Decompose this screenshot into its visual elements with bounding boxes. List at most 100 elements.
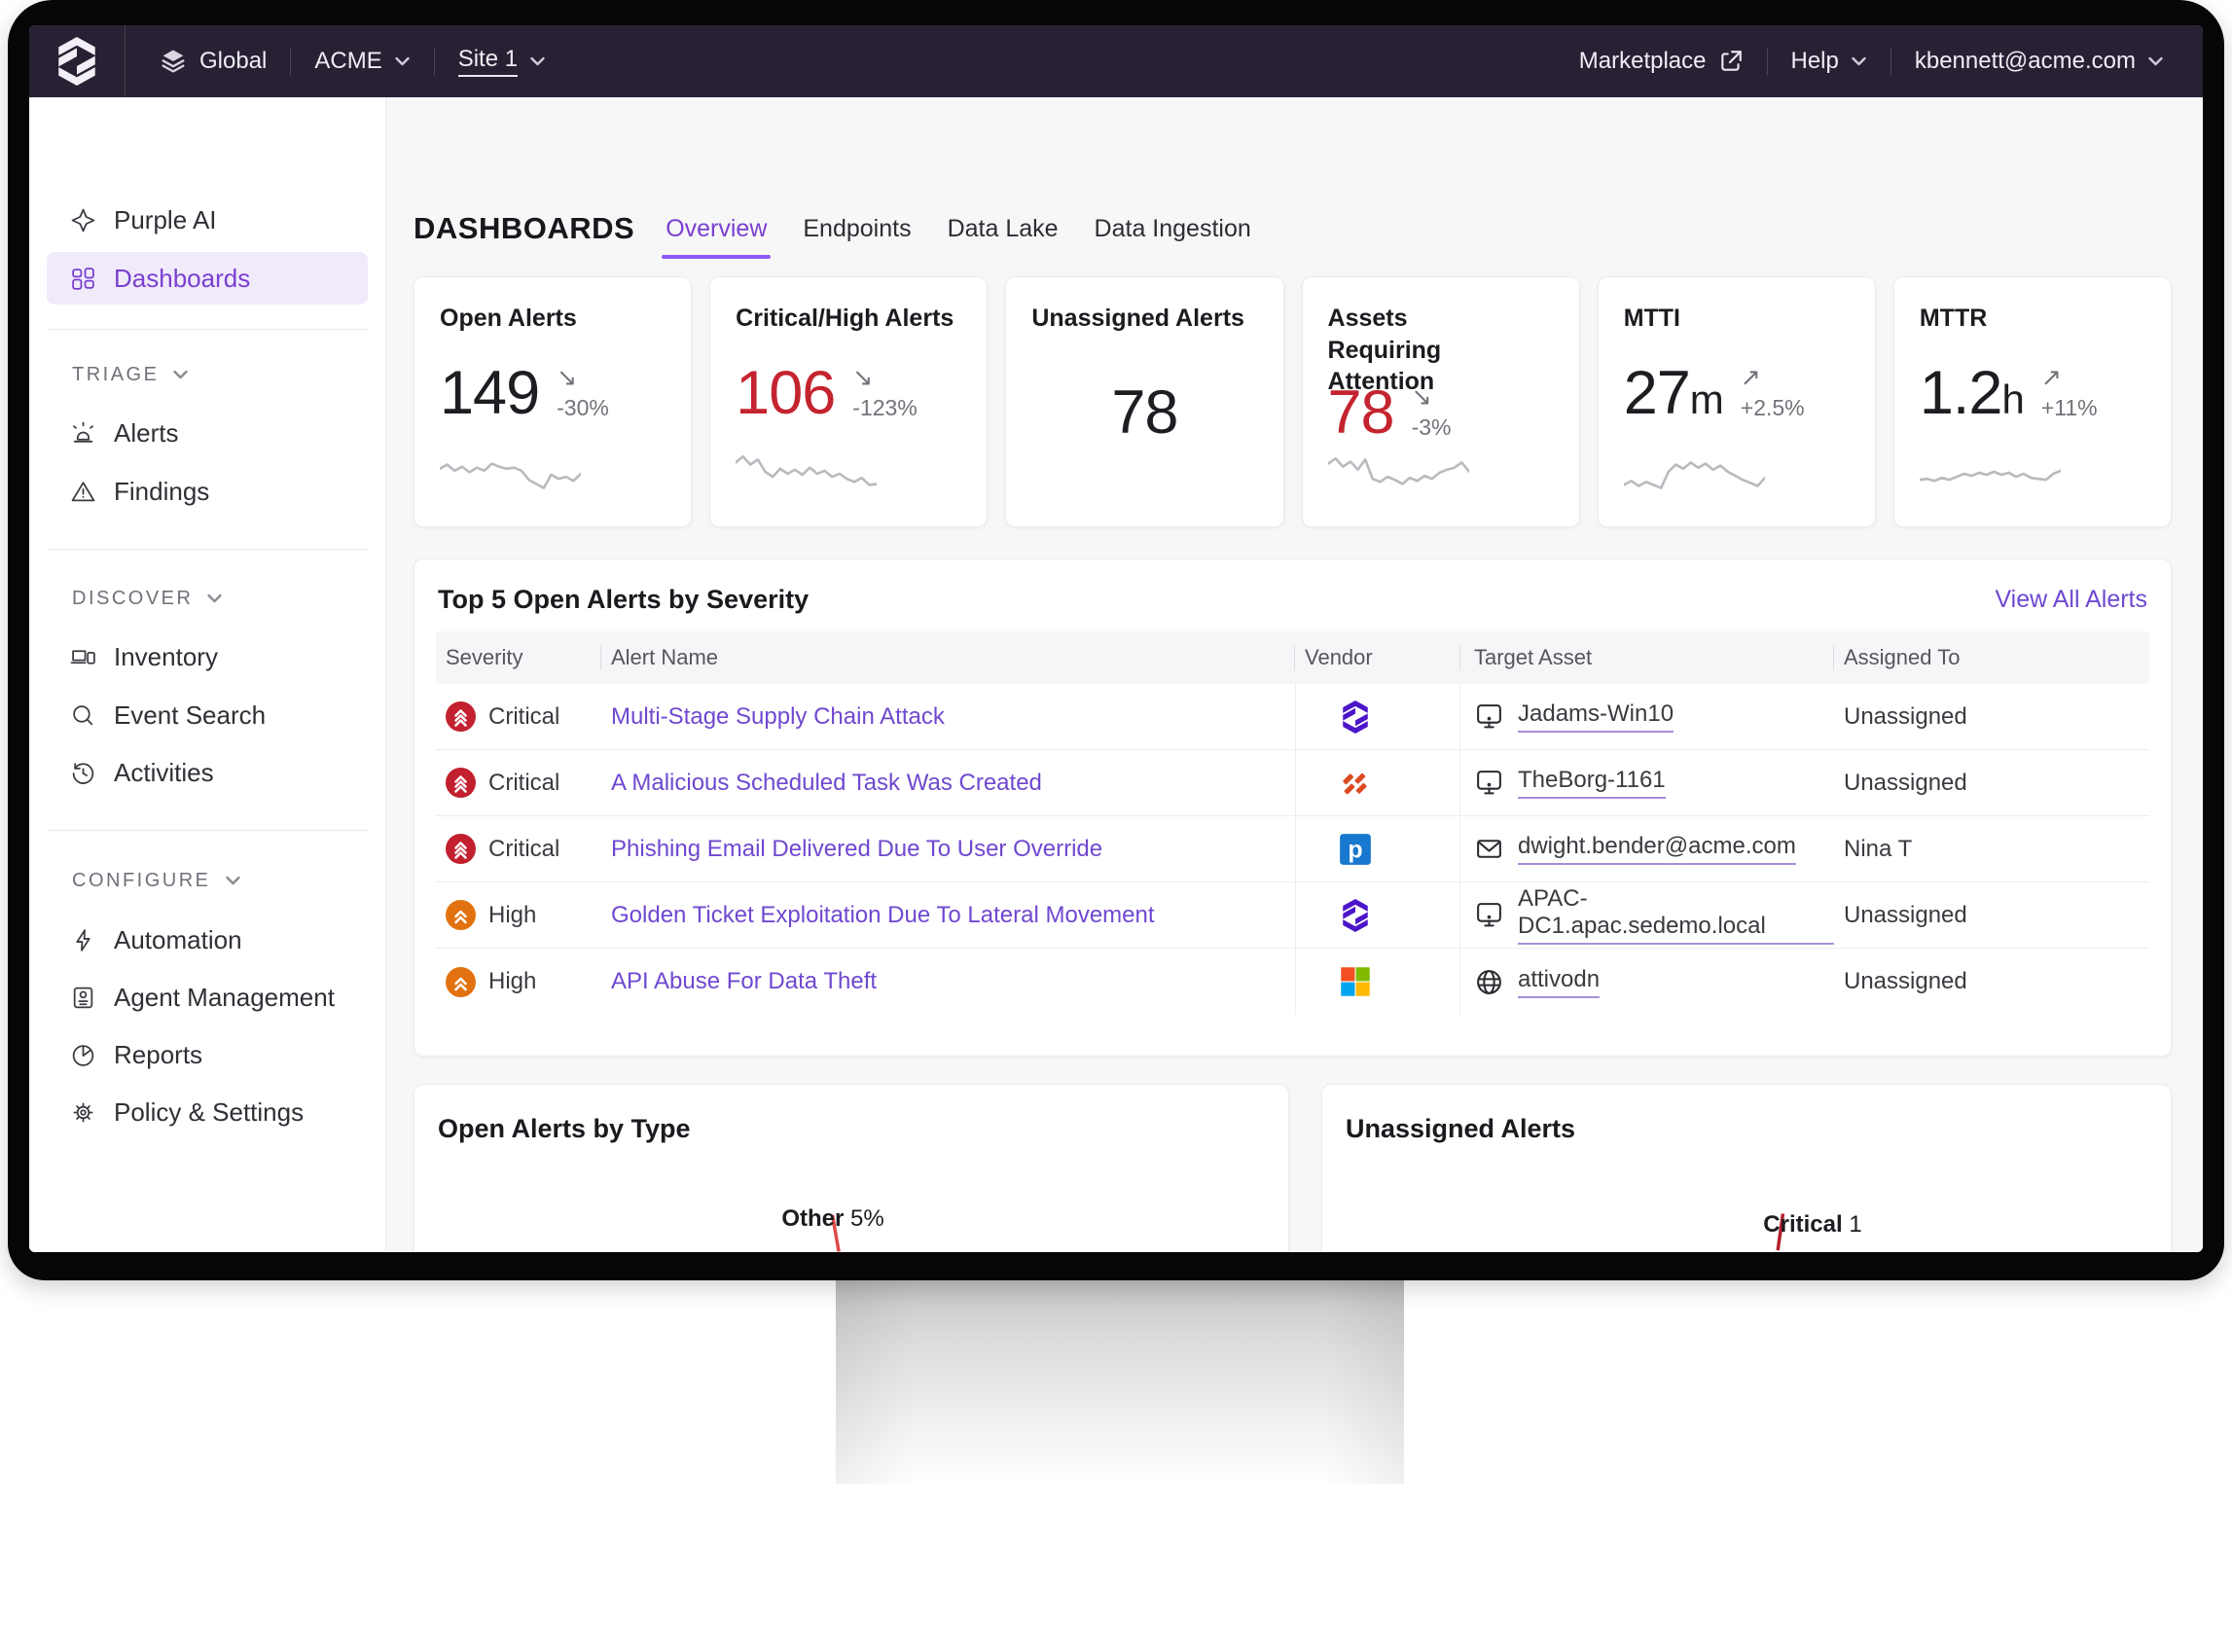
severity-high-icon (446, 900, 476, 930)
alert-table-row[interactable]: CriticalMulti-Stage Supply Chain AttackJ… (436, 684, 2149, 750)
kpi-title: MTTI (1624, 303, 1850, 335)
kpi-delta: -3% (1412, 414, 1452, 441)
sidebar-section-discover[interactable]: DISCOVER (72, 579, 223, 618)
section-label: DISCOVER (72, 588, 193, 610)
sidebar-item-activities[interactable]: Activities (47, 746, 368, 799)
alert-table-row[interactable]: CriticalA Malicious Scheduled Task Was C… (436, 750, 2149, 816)
kpi-value: 149 (440, 363, 539, 424)
chevron-down-icon (206, 593, 223, 604)
target-asset-link[interactable]: dwight.bender@acme.com (1518, 833, 1796, 865)
site-label: Site 1 (458, 46, 518, 77)
kpi-card-unassigned-alerts[interactable]: Unassigned Alerts 78 (1005, 276, 1283, 527)
kpi-card-mtti[interactable]: MTTI 27m ↗ +2.5% (1598, 276, 1876, 527)
target-asset-link[interactable]: attivodn (1518, 966, 1600, 998)
target-asset-link[interactable]: TheBorg-1161 (1518, 767, 1666, 799)
nav-separator (1890, 48, 1891, 75)
gear-icon (70, 1099, 96, 1126)
kpi-delta: +11% (2041, 395, 2098, 421)
severity-high-icon (446, 967, 476, 997)
alert-name-link[interactable]: API Abuse For Data Theft (611, 968, 877, 995)
chevron-down-icon (2147, 55, 2164, 67)
scope-global[interactable]: Global (159, 47, 267, 76)
tab-data-ingestion[interactable]: Data Ingestion (1093, 209, 1253, 249)
sidebar-item-event-search[interactable]: Event Search (47, 689, 368, 741)
kpi-value: 27m (1624, 363, 1723, 424)
alert-name-link[interactable]: A Malicious Scheduled Task Was Created (611, 770, 1042, 797)
trend-up-icon: ↗ (2041, 365, 2062, 389)
sparkline-chart (440, 447, 581, 503)
tab-endpoints[interactable]: Endpoints (801, 209, 913, 249)
severity-label: High (488, 902, 536, 929)
sparkline-chart (736, 447, 877, 503)
lightning-icon (70, 927, 96, 953)
org-selector[interactable]: ACME (314, 48, 410, 75)
chevron-down-icon (172, 369, 189, 380)
column-header-vendor[interactable]: Vendor (1295, 645, 1460, 670)
id-card-icon (70, 985, 96, 1011)
section-label: TRIAGE (72, 364, 159, 386)
alert-table-row[interactable]: HighAPI Abuse For Data TheftattivodnUnas… (436, 949, 2149, 1015)
paloalto-icon (1339, 767, 1372, 800)
target-asset-link[interactable]: Jadams-Win10 (1518, 700, 1674, 733)
alert-name-link[interactable]: Phishing Email Delivered Due To User Ove… (611, 836, 1102, 863)
kpi-card-critical-high-alerts[interactable]: Critical/High Alerts 106 ↘ -123% (709, 276, 988, 527)
purple-ai-icon (70, 207, 96, 233)
section-label: CONFIGURE (72, 870, 211, 892)
sentinelone-logo-icon[interactable] (29, 25, 125, 97)
severity-critical-icon (446, 834, 476, 864)
sidebar-item-label: Reports (114, 1040, 202, 1070)
tab-overview[interactable]: Overview (664, 209, 769, 249)
alert-name-link[interactable]: Multi-Stage Supply Chain Attack (611, 703, 945, 731)
kpi-title: Open Alerts (440, 303, 666, 335)
nav-separator (290, 48, 291, 75)
alert-table-row[interactable]: CriticalPhishing Email Delivered Due To … (436, 816, 2149, 882)
sentinelone-icon (1339, 899, 1372, 932)
sidebar-item-label: Activities (114, 758, 214, 788)
help-menu[interactable]: Help (1791, 48, 1867, 75)
proofpoint-icon: p (1339, 833, 1372, 866)
sidebar-section-configure[interactable]: CONFIGURE (72, 861, 241, 900)
sidebar-item-agent-management[interactable]: Agent Management (47, 971, 368, 1024)
kpi-card-assets-requiring-attention[interactable]: Assets Requiring Attention 78 ↘ -3% (1302, 276, 1580, 527)
marketplace-link[interactable]: Marketplace (1579, 48, 1744, 75)
alert-name-link[interactable]: Golden Ticket Exploitation Due To Latera… (611, 902, 1155, 929)
sidebar-item-automation[interactable]: Automation (47, 914, 368, 966)
kpi-title: Unassigned Alerts (1031, 303, 1257, 335)
table-body: CriticalMulti-Stage Supply Chain AttackJ… (436, 684, 2149, 1015)
target-asset-link[interactable]: APAC-DC1.apac.sedemo.local (1518, 885, 1834, 945)
user-email: kbennett@acme.com (1915, 48, 2136, 75)
site-selector[interactable]: Site 1 (458, 46, 546, 77)
column-header-target-asset[interactable]: Target Asset (1460, 645, 1834, 670)
sparkline-chart (1624, 447, 1765, 503)
microsoft-icon (1339, 965, 1372, 998)
layers-icon (159, 47, 188, 76)
sidebar-item-findings[interactable]: Findings (47, 465, 368, 518)
external-link-icon (1718, 49, 1744, 74)
sidebar-item-policy-settings[interactable]: Policy & Settings (47, 1086, 368, 1138)
assigned-to-value: Unassigned (1844, 968, 1967, 995)
kpi-card-mttr[interactable]: MTTR 1.2h ↗ +11% (1893, 276, 2172, 527)
kpi-delta: -30% (557, 395, 609, 421)
search-icon (70, 702, 96, 729)
view-all-alerts-link[interactable]: View All Alerts (1995, 586, 2147, 614)
unassigned-alerts-donut[interactable] (1322, 1085, 2171, 1252)
sidebar-item-dashboards[interactable]: Dashboards (47, 252, 368, 305)
sidebar-item-reports[interactable]: Reports (47, 1028, 368, 1081)
user-menu[interactable]: kbennett@acme.com (1915, 48, 2164, 75)
column-header-assigned-to[interactable]: Assigned To (1834, 645, 2149, 670)
page-title: DASHBOARDS (414, 211, 634, 246)
column-header-severity[interactable]: Severity (436, 645, 601, 670)
tab-data-lake[interactable]: Data Lake (946, 209, 1061, 249)
sidebar-item-purple-ai[interactable]: Purple AI (47, 194, 368, 246)
sidebar-item-alerts[interactable]: Alerts (47, 407, 368, 459)
marketplace-label: Marketplace (1579, 48, 1707, 75)
sidebar-section-triage[interactable]: TRIAGE (72, 355, 189, 394)
dashboard-tabs: Overview Endpoints Data Lake Data Ingest… (664, 209, 1253, 249)
chevron-down-icon (225, 875, 241, 886)
chevron-down-icon (529, 55, 546, 67)
kpi-card-open-alerts[interactable]: Open Alerts 149 ↘ -30% (414, 276, 692, 527)
sidebar-item-inventory[interactable]: Inventory (47, 630, 368, 683)
column-header-alert-name[interactable]: Alert Name (601, 645, 1295, 670)
nav-divider (125, 25, 126, 97)
alert-table-row[interactable]: High Golden Ticket Exploitation Due To La… (436, 882, 2149, 949)
